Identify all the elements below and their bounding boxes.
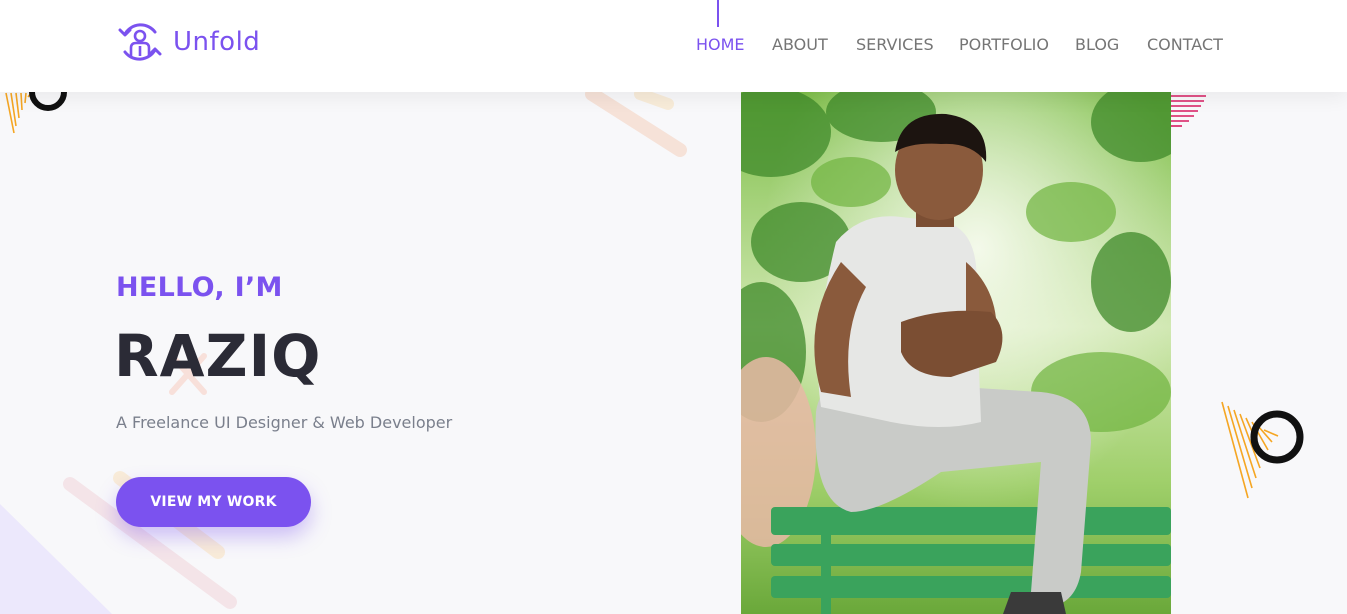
hero-greeting: HELLO, I’M (116, 272, 283, 303)
ring-decoration (29, 91, 67, 111)
nav-item-contact[interactable]: CONTACT (1147, 35, 1223, 54)
main-nav: HOME ABOUT SERVICES PORTFOLIO BLOG CONTA… (0, 35, 1347, 55)
nav-item-portfolio[interactable]: PORTFOLIO (959, 35, 1049, 54)
portrait-photo (741, 92, 1171, 614)
pink-stripes (1171, 95, 1206, 127)
view-my-work-button[interactable]: VIEW MY WORK (116, 477, 311, 527)
deco-pill (634, 88, 674, 110)
hero-name: RAZIQ (114, 322, 322, 390)
hero-subtitle: A Freelance UI Designer & Web Developer (116, 413, 453, 432)
striped-triangle (5, 92, 32, 134)
active-nav-indicator (717, 0, 719, 27)
site-header: Unfold HOME ABOUT SERVICES PORTFOLIO BLO… (0, 0, 1347, 92)
corner-shape (0, 504, 112, 614)
nav-item-services[interactable]: SERVICES (856, 35, 934, 54)
nav-item-blog[interactable]: BLOG (1075, 35, 1119, 54)
nav-item-home[interactable]: HOME (696, 35, 745, 54)
nav-item-about[interactable]: ABOUT (772, 35, 828, 54)
